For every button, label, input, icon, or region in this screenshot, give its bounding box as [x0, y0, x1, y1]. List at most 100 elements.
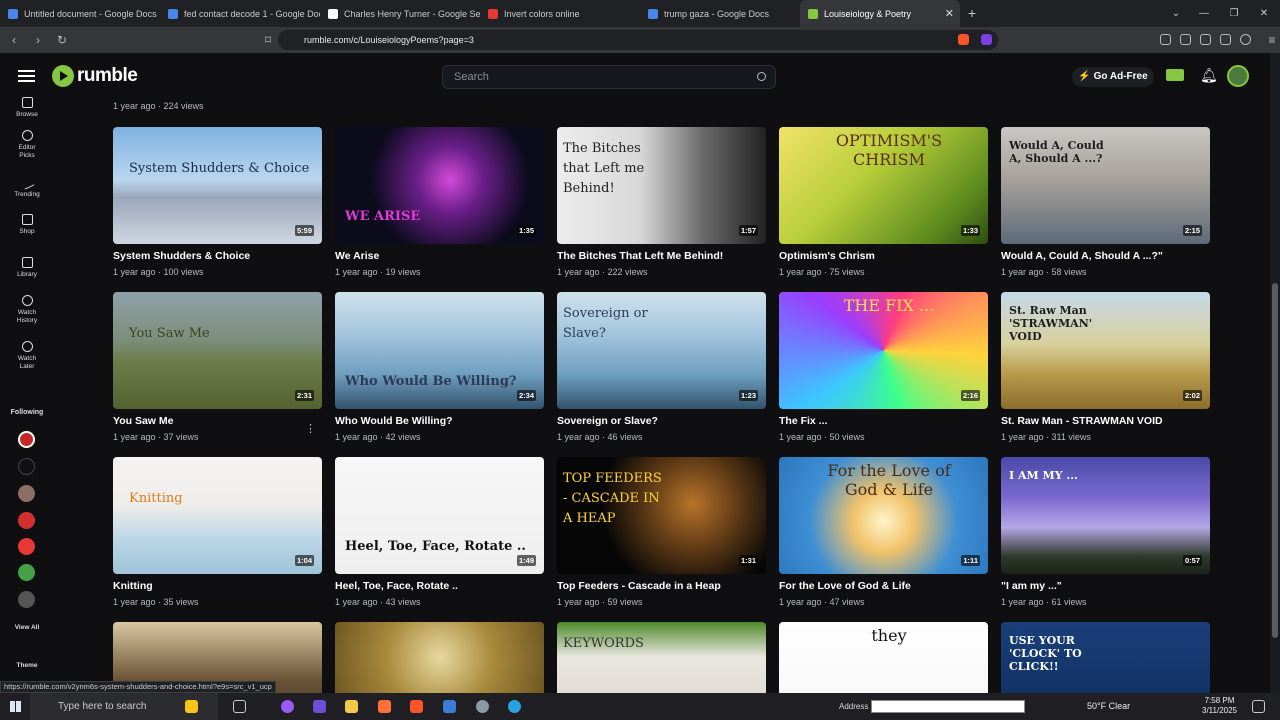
sidebar-icon[interactable]	[1180, 34, 1191, 45]
file-explorer-icon[interactable]	[345, 700, 358, 713]
app-icon[interactable]	[378, 700, 391, 713]
following-channel-avatar[interactable]	[18, 458, 35, 475]
video-thumbnail[interactable]: they	[779, 622, 988, 693]
video-card[interactable]: TOP FEEDERS - CASCADE IN A HEAP 1:31 Top F…	[557, 457, 766, 607]
telegram-icon[interactable]	[508, 700, 521, 713]
reload-icon[interactable]: ↻	[52, 33, 72, 47]
video-thumbnail[interactable]: Who Would Be Willing? 2:34	[335, 292, 544, 409]
video-card[interactable]: Sovereign or Slave? 1:23 Sovereign or Slav…	[557, 292, 766, 442]
video-thumbnail[interactable]: Knitting 1:04	[113, 457, 322, 574]
video-card[interactable]: Who Would Be Willing? 2:34 Who Would Be Wi…	[335, 292, 544, 442]
theme-toggle[interactable]: Theme	[0, 662, 54, 670]
video-title[interactable]: System Shudders & Choice	[113, 250, 322, 262]
video-thumbnail[interactable]: Would A, Could A, Should A ...? 2:15	[1001, 127, 1210, 244]
brave-shield-icon[interactable]	[958, 34, 969, 45]
video-title[interactable]: Knitting	[113, 580, 322, 592]
video-title[interactable]: Would A, Could A, Should A ...?"	[1001, 250, 1210, 262]
video-card[interactable]: OPTIMISM'S CHRISM 1:33 Optimism's Chrism 1 …	[779, 127, 988, 277]
video-card[interactable]: The Bitches that Left me Behind! 1:57 The …	[557, 127, 766, 277]
video-card[interactable]: they	[779, 622, 988, 693]
video-card[interactable]: St. Raw Man 'STRAWMAN' VOID 2:02 St. Raw M…	[1001, 292, 1210, 442]
video-card[interactable]: I AM MY ... 0:57 "I am my ..." 1 year ago ·…	[1001, 457, 1210, 607]
app-icon[interactable]	[313, 700, 326, 713]
video-thumbnail[interactable]: USE YOUR 'CLOCK' TO CLICK!!	[1001, 622, 1210, 693]
close-window-button[interactable]: ✕	[1248, 0, 1280, 27]
video-title[interactable]: We Arise	[335, 250, 544, 262]
minimize-button[interactable]: —	[1188, 0, 1220, 27]
video-card[interactable]: System Shudders & Choice 5:59 System Shudd…	[113, 127, 322, 277]
browser-tab[interactable]: fed contact decode 1 - Google Docs	[160, 0, 320, 27]
following-channel-avatar[interactable]	[18, 538, 35, 555]
video-thumbnail[interactable]: KEYWORDS	[557, 622, 766, 693]
windows-start-icon[interactable]	[0, 693, 30, 720]
forward-icon[interactable]: ›	[28, 33, 48, 47]
video-thumbnail[interactable]: Sovereign or Slave? 1:23	[557, 292, 766, 409]
video-card[interactable]: THE FIX ... 2:16 The Fix ... 1 year ago · 5…	[779, 292, 988, 442]
notifications-icon[interactable]	[1252, 700, 1265, 713]
video-thumbnail[interactable]: OPTIMISM'S CHRISM 1:33	[779, 127, 988, 244]
copilot-sparkle-icon[interactable]	[185, 700, 198, 713]
task-view-icon[interactable]	[233, 700, 246, 713]
page-scrollbar[interactable]	[1270, 53, 1280, 693]
following-channel-avatar[interactable]	[18, 431, 35, 448]
sidebar-item-browse[interactable]: Browse	[0, 97, 54, 119]
video-thumbnail[interactable]: You Saw Me 2:31	[113, 292, 322, 409]
video-card[interactable]: For the Love of God & Life 1:11 For the Lo…	[779, 457, 988, 607]
menu-icon[interactable]: ≡	[1262, 33, 1280, 47]
video-card[interactable]: Knitting 1:04 Knitting 1 year ago · 35 view…	[113, 457, 322, 607]
sidebar-item-watch-history[interactable]: Watch History	[0, 295, 54, 325]
video-title[interactable]: The Bitches That Left Me Behind!	[557, 250, 766, 262]
following-channel-avatar[interactable]	[18, 591, 35, 608]
video-thumbnail[interactable]: System Shudders & Choice 5:59	[113, 127, 322, 244]
wallet-icon[interactable]	[1200, 34, 1211, 45]
video-card[interactable]: WE ARISE 1:35 We Arise 1 year ago · 19 view…	[335, 127, 544, 277]
copilot-icon[interactable]	[281, 700, 294, 713]
sidebar-item-editor-picks[interactable]: Editor Picks	[0, 130, 54, 160]
video-thumbnail[interactable]: For the Love of God & Life 1:11	[779, 457, 988, 574]
search-icon[interactable]	[757, 72, 766, 81]
browser-tab-active[interactable]: Louiseiology & Poetry ✕	[800, 0, 960, 27]
video-card[interactable]: Heel, Toe, Face, Rotate .. 1:49 Heel, Toe,…	[335, 457, 544, 607]
extensions-icon[interactable]	[1160, 34, 1171, 45]
maximize-button[interactable]: ❐	[1218, 0, 1250, 27]
video-title[interactable]: The Fix ...	[779, 415, 988, 427]
view-all-link[interactable]: View All	[0, 624, 54, 632]
system-clock[interactable]: 7:58 PM 3/11/2025	[1202, 696, 1237, 716]
app-icon[interactable]	[443, 700, 456, 713]
sidebar-item-library[interactable]: Library	[0, 257, 54, 279]
user-avatar[interactable]	[1227, 65, 1249, 87]
video-thumbnail[interactable]: Heel, Toe, Face, Rotate .. 1:49	[335, 457, 544, 574]
following-channel-avatar[interactable]	[18, 485, 35, 502]
search-input[interactable]: Search	[442, 65, 776, 89]
sidebar-item-trending[interactable]: Trending	[0, 175, 54, 199]
notifications-bell-icon[interactable]: 🔔︎	[1200, 67, 1218, 83]
brave-browser-icon[interactable]	[410, 700, 423, 713]
address-bar[interactable]: rumble.com/c/LouiseiologyPoems?page=3	[278, 30, 998, 50]
browser-tab[interactable]: Untitled document - Google Docs	[0, 0, 160, 27]
scrollbar-thumb[interactable]	[1272, 283, 1278, 638]
following-channel-avatar[interactable]	[18, 512, 35, 529]
more-options-icon[interactable]: ⋮	[305, 422, 316, 435]
video-card[interactable]: KEYWORDS	[557, 622, 766, 693]
brave-rewards-icon[interactable]	[981, 34, 992, 45]
vpn-icon[interactable]	[1240, 34, 1251, 45]
video-thumbnail[interactable]: THE FIX ... 2:16	[779, 292, 988, 409]
video-title[interactable]: Sovereign or Slave?	[557, 415, 766, 427]
leo-icon[interactable]	[1220, 34, 1231, 45]
video-thumbnail[interactable]: I AM MY ... 0:57	[1001, 457, 1210, 574]
upload-video-icon[interactable]	[1166, 69, 1184, 81]
browser-tab[interactable]: Charles Henry Turner - Google Search	[320, 0, 480, 27]
video-title[interactable]: Optimism's Chrism	[779, 250, 988, 262]
app-icon[interactable]	[476, 700, 489, 713]
back-icon[interactable]: ‹	[4, 33, 24, 47]
video-card[interactable]: MAN-I-FEST ... A CELEBRATION	[335, 622, 544, 693]
video-thumbnail[interactable]: St. Raw Man 'STRAWMAN' VOID 2:02	[1001, 292, 1210, 409]
new-tab-button[interactable]: +	[960, 0, 984, 27]
video-title[interactable]: You Saw Me	[113, 415, 322, 427]
rumble-logo[interactable]: rumble	[52, 65, 138, 87]
video-card[interactable]: USE YOUR 'CLOCK' TO CLICK!!	[1001, 622, 1210, 693]
video-title[interactable]: St. Raw Man - STRAWMAN VOID	[1001, 415, 1210, 427]
video-card[interactable]: Would A, Could A, Should A ...? 2:15 Would…	[1001, 127, 1210, 277]
close-tab-icon[interactable]: ✕	[945, 7, 954, 20]
bookmark-icon[interactable]: ⌑	[258, 33, 278, 47]
